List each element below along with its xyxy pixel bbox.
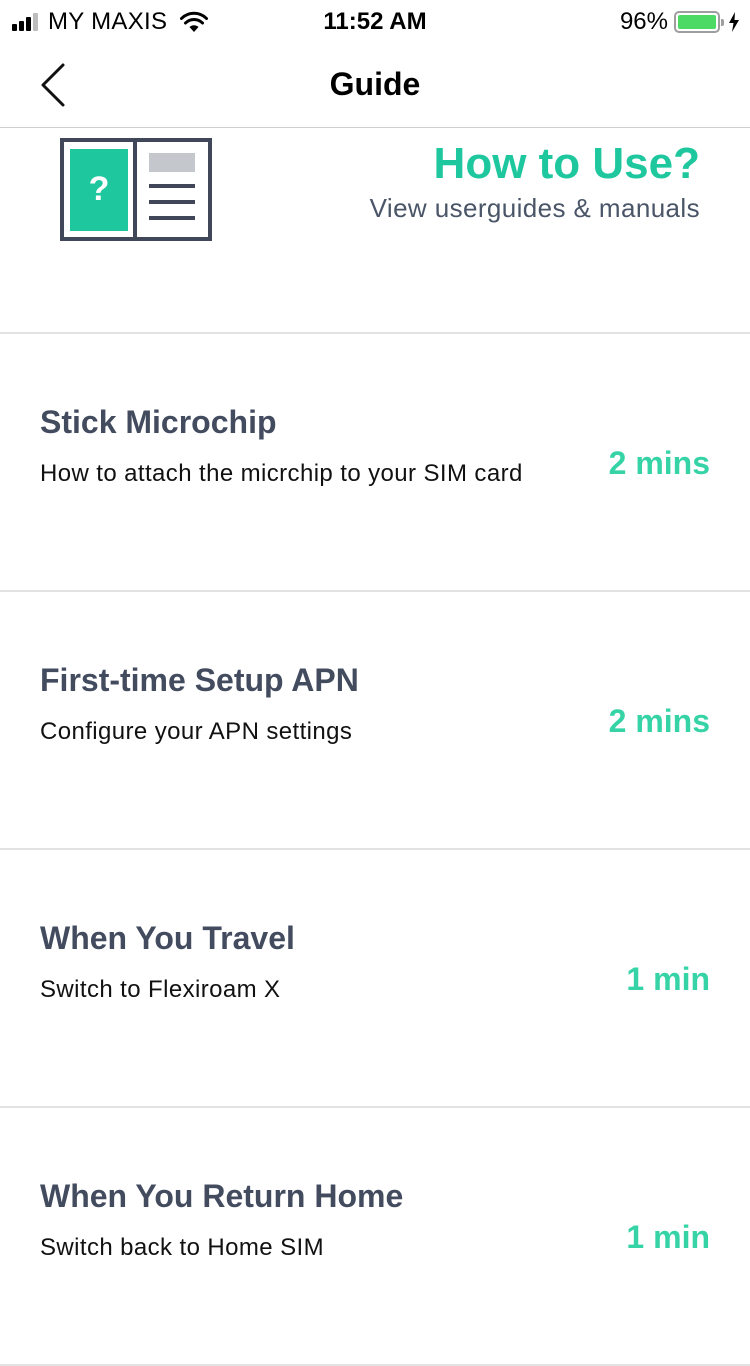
guide-item-setup-apn[interactable]: First-time Setup APN Configure your APN … — [0, 592, 750, 850]
guide-title: When You Travel — [40, 920, 295, 956]
status-right: 96% — [620, 8, 740, 36]
guide-title: First-time Setup APN — [40, 662, 359, 698]
nav-bar: Guide — [0, 40, 750, 128]
charging-bolt-icon — [729, 12, 739, 32]
guide-description: Switch back to Home SIM — [40, 1234, 324, 1261]
guide-duration: 1 min — [626, 961, 710, 997]
guide-item-when-you-travel[interactable]: When You Travel Switch to Flexiroam X 1 … — [0, 850, 750, 1108]
guide-description: Switch to Flexiroam X — [40, 976, 281, 1003]
hero-subtitle: View userguides & manuals — [369, 193, 700, 223]
hero-banner: ? How to Use? View userguides & manuals — [0, 129, 750, 334]
battery-percent: 96% — [619, 8, 668, 35]
hero-title: How to Use? — [433, 139, 700, 188]
guide-item-return-home[interactable]: When You Return Home Switch back to Home… — [0, 1108, 750, 1366]
guide-duration: 2 mins — [608, 703, 710, 739]
guide-duration: 2 mins — [608, 445, 710, 481]
guide-description: How to attach the micrchip to your SIM c… — [40, 460, 523, 487]
page-title: Guide — [329, 66, 421, 102]
battery-icon — [674, 11, 724, 33]
svg-text:?: ? — [89, 170, 110, 208]
guide-item-stick-microchip[interactable]: Stick Microchip How to attach the micrch… — [0, 334, 750, 592]
guide-list: Stick Microchip How to attach the micrch… — [0, 334, 750, 1366]
guide-title: Stick Microchip — [40, 404, 277, 440]
status-bar: MY MAXIS 11:52 AM 96% — [0, 0, 750, 40]
guide-description: Configure your APN settings — [40, 718, 353, 745]
guide-duration: 1 min — [626, 1219, 710, 1255]
guide-title: When You Return Home — [40, 1178, 404, 1214]
guide-book-icon: ? — [60, 138, 212, 241]
